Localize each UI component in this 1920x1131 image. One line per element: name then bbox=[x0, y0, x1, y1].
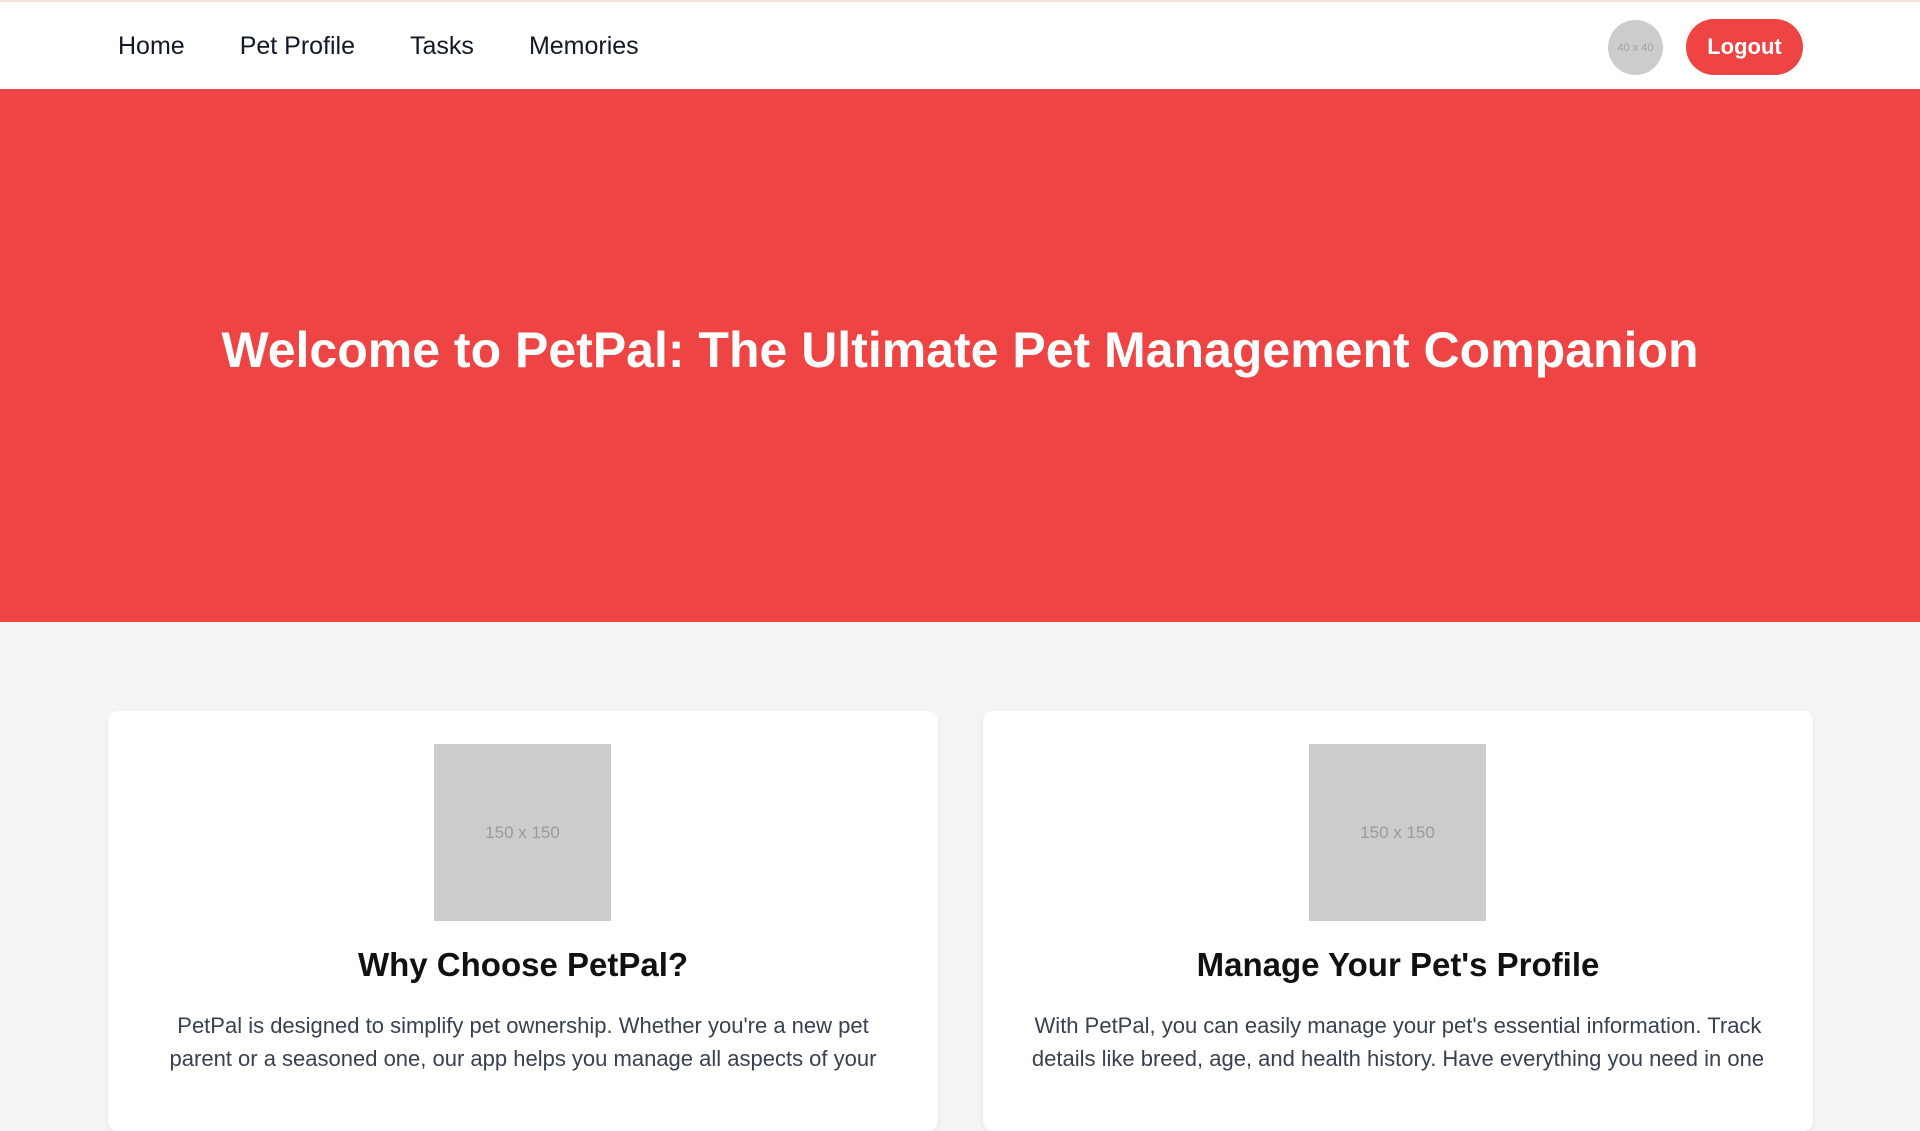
card-title: Manage Your Pet's Profile bbox=[1196, 946, 1600, 983]
card-body-text: With PetPal, you can easily manage your … bbox=[1031, 1013, 1765, 1071]
nav-link-pet-profile[interactable]: Pet Profile bbox=[240, 32, 355, 61]
nav-link-home[interactable]: Home bbox=[118, 32, 185, 61]
nav-link-memories[interactable]: Memories bbox=[529, 32, 639, 61]
hero-banner: Welcome to PetPal: The Ultimate Pet Mana… bbox=[0, 89, 1920, 622]
feature-card-why-choose: 150 x 150 Why Choose PetPal? PetPal is d… bbox=[108, 711, 938, 1131]
card-body-text: PetPal is designed to simplify pet owner… bbox=[169, 1013, 877, 1071]
card-image-placeholder: 150 x 150 bbox=[434, 744, 611, 921]
card-image-placeholder-text: 150 x 150 bbox=[485, 822, 560, 842]
main-nav: Home Pet Profile Tasks Memories bbox=[118, 2, 639, 91]
logout-button[interactable]: Logout bbox=[1686, 19, 1803, 75]
hero-title: Welcome to PetPal: The Ultimate Pet Mana… bbox=[221, 322, 1699, 378]
top-navbar: Home Pet Profile Tasks Memories 40 x 40 … bbox=[0, 0, 1920, 89]
nav-link-tasks[interactable]: Tasks bbox=[410, 32, 474, 61]
avatar-placeholder-text: 40 x 40 bbox=[1617, 41, 1654, 54]
card-image-placeholder: 150 x 150 bbox=[1309, 744, 1486, 921]
card-title: Why Choose PetPal? bbox=[357, 946, 689, 983]
avatar[interactable]: 40 x 40 bbox=[1608, 20, 1663, 75]
card-image-placeholder-text: 150 x 150 bbox=[1360, 822, 1435, 842]
feature-card-manage-profile: 150 x 150 Manage Your Pet's Profile With… bbox=[983, 711, 1813, 1131]
